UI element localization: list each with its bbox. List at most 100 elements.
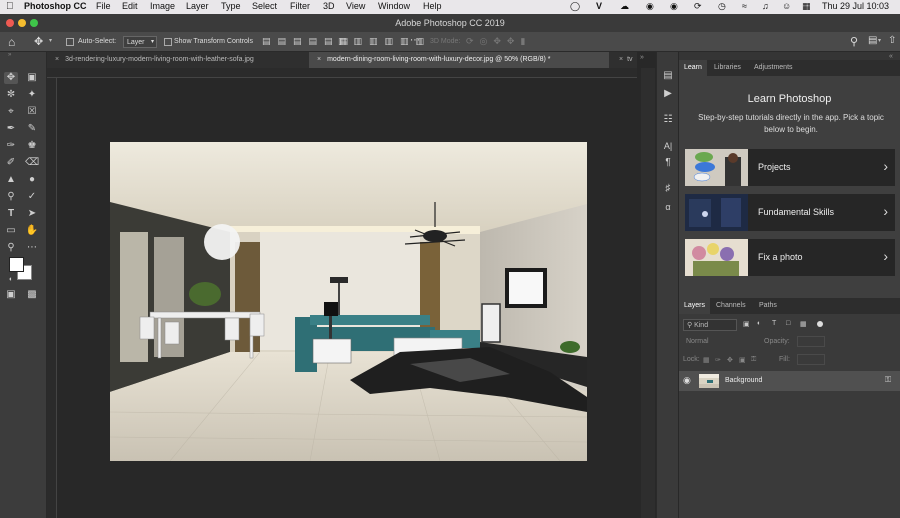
brush-tool[interactable]: ✑ bbox=[4, 140, 18, 152]
lock-position-icon[interactable]: ✥ bbox=[727, 356, 733, 364]
close-icon[interactable]: × bbox=[55, 56, 59, 63]
menu-filter[interactable]: Filter bbox=[290, 1, 310, 11]
blend-mode-dropdown[interactable]: Normal bbox=[683, 337, 753, 348]
visibility-eye-icon[interactable]: ◉ bbox=[683, 375, 691, 386]
tab-layers[interactable]: Layers bbox=[679, 298, 711, 314]
auto-select-dropdown[interactable]: Layer ▾ bbox=[123, 36, 157, 48]
filter-shape-icon[interactable]: □ bbox=[786, 320, 790, 327]
panel-collapse-icon[interactable]: « bbox=[889, 53, 893, 60]
antivirus-icon[interactable]: ◉ bbox=[670, 1, 678, 12]
artboard-tool[interactable]: ▣ bbox=[25, 72, 39, 84]
filter-toggle[interactable] bbox=[817, 321, 823, 327]
tool-preset-chevron-icon[interactable]: ▾ bbox=[49, 37, 52, 44]
more-options-icon[interactable]: ⋯ bbox=[410, 35, 420, 46]
glyph-panel-icon[interactable]: α bbox=[661, 201, 675, 213]
menu-view[interactable]: View bbox=[346, 1, 365, 11]
tab-libraries[interactable]: Libraries bbox=[709, 60, 746, 76]
history-brush-tool[interactable]: ✐ bbox=[4, 157, 18, 169]
tab-paths[interactable]: Paths bbox=[754, 298, 782, 314]
menu-type[interactable]: Type bbox=[221, 1, 241, 11]
eyedropper-tool[interactable]: ✒ bbox=[4, 123, 18, 135]
tab-channels[interactable]: Channels bbox=[711, 298, 751, 314]
properties-icon[interactable]: ☷ bbox=[661, 114, 675, 126]
eraser-tool[interactable]: ⌫ bbox=[25, 157, 39, 169]
quick-mask-icon[interactable]: ▣ bbox=[4, 289, 18, 301]
show-transform-checkbox[interactable] bbox=[164, 38, 172, 46]
paint-bucket-tool[interactable]: ▲ bbox=[4, 174, 18, 186]
learn-card-projects[interactable]: Projects › bbox=[685, 149, 895, 186]
dodge-tool[interactable]: ⚲ bbox=[4, 191, 18, 203]
foreground-color-swatch[interactable] bbox=[9, 257, 24, 272]
vpn-icon[interactable]: V bbox=[596, 1, 602, 11]
paragraph-icon[interactable]: ¶ bbox=[661, 157, 675, 169]
menu-file[interactable]: File bbox=[96, 1, 111, 11]
filter-type-icon[interactable]: T bbox=[772, 320, 776, 327]
home-icon[interactable]: ⌂ bbox=[8, 35, 15, 49]
pen-tool[interactable]: ✓ bbox=[25, 191, 39, 203]
window-minimize-button[interactable] bbox=[18, 19, 26, 27]
tab-document-active[interactable]: × modern-dining-room-living-room-with-lux… bbox=[309, 52, 609, 68]
menubar-status-icon[interactable]: ◯ bbox=[570, 1, 580, 12]
volume-icon[interactable]: ♫ bbox=[762, 1, 769, 11]
hand-tool[interactable]: ✋ bbox=[25, 225, 39, 237]
menu-select[interactable]: Select bbox=[252, 1, 277, 11]
layer-filter-kind-dropdown[interactable]: ⚲ Kind bbox=[683, 319, 737, 331]
window-close-button[interactable] bbox=[6, 19, 14, 27]
tab-overflow-icon[interactable]: » bbox=[640, 54, 644, 61]
frame-tool[interactable]: ☒ bbox=[25, 106, 39, 118]
blur-tool[interactable]: ● bbox=[25, 174, 39, 186]
canvas-area[interactable] bbox=[57, 78, 640, 518]
tab-document-1[interactable]: × 3d-rendering-luxury-modern-living-room-… bbox=[47, 52, 307, 68]
cloud-icon[interactable]: ☁ bbox=[620, 1, 629, 12]
filter-smart-object-icon[interactable]: ▦ bbox=[800, 320, 807, 328]
history-icon[interactable]: ▤ bbox=[661, 70, 675, 82]
lock-transparent-icon[interactable]: ▦ bbox=[703, 356, 710, 364]
tab-document-3[interactable]: × tv bbox=[611, 52, 637, 68]
document-image[interactable] bbox=[110, 142, 587, 461]
menu-3d[interactable]: 3D bbox=[323, 1, 335, 11]
window-zoom-button[interactable] bbox=[30, 19, 38, 27]
apple-icon[interactable]:  bbox=[6, 1, 14, 12]
close-icon[interactable]: × bbox=[619, 56, 623, 63]
workspace-icon[interactable]: ▤ bbox=[868, 35, 877, 46]
move-tool[interactable]: ✥ bbox=[4, 72, 18, 84]
3d-mode-buttons[interactable]: ⟳◎✥✥▮ bbox=[466, 36, 531, 47]
menu-help[interactable]: Help bbox=[423, 1, 442, 11]
input-source-icon[interactable]: ▦ bbox=[802, 1, 811, 12]
menu-app-name[interactable]: Photoshop CC bbox=[24, 1, 87, 11]
healing-brush-tool[interactable]: ✎ bbox=[25, 123, 39, 135]
menubar-datetime[interactable]: Thu 29 Jul 10:03 bbox=[822, 1, 889, 11]
creative-cloud-icon[interactable]: ◉ bbox=[646, 1, 654, 12]
vertical-scrollbar[interactable] bbox=[641, 68, 655, 518]
fill-field[interactable] bbox=[797, 354, 825, 365]
filter-pixel-icon[interactable]: ▣ bbox=[743, 320, 750, 328]
clock-icon[interactable]: ◷ bbox=[718, 1, 726, 12]
lock-image-icon[interactable]: ✑ bbox=[715, 356, 721, 364]
close-icon[interactable]: × bbox=[317, 56, 321, 63]
type-tool[interactable]: T bbox=[4, 208, 18, 220]
share-icon[interactable]: ⇧ bbox=[888, 35, 896, 46]
layer-row[interactable]: ◉ Background ⚿ bbox=[679, 371, 900, 391]
lock-artboard-icon[interactable]: ▣ bbox=[739, 356, 746, 364]
menu-image[interactable]: Image bbox=[150, 1, 175, 11]
screen-mode-icon[interactable]: ▩ bbox=[25, 289, 39, 301]
wifi-icon[interactable]: ≈ bbox=[742, 1, 747, 11]
collapse-panel-icon[interactable]: » bbox=[8, 52, 11, 58]
menu-layer[interactable]: Layer bbox=[186, 1, 209, 11]
magic-wand-tool[interactable]: ✦ bbox=[25, 89, 39, 101]
actions-play-icon[interactable]: ▶ bbox=[661, 88, 675, 100]
clone-stamp-tool[interactable]: ♚ bbox=[25, 140, 39, 152]
tab-adjustments[interactable]: Adjustments bbox=[749, 60, 798, 76]
learn-card-fundamental-skills[interactable]: Fundamental Skills › bbox=[685, 194, 895, 231]
auto-select-checkbox[interactable] bbox=[66, 38, 74, 46]
opacity-field[interactable] bbox=[797, 336, 825, 347]
learn-card-fix-a-photo[interactable]: Fix a photo › bbox=[685, 239, 895, 276]
search-icon[interactable]: ⚲ bbox=[850, 35, 858, 48]
user-icon[interactable]: ☺ bbox=[782, 1, 791, 11]
move-tool-icon[interactable]: ✥ bbox=[34, 35, 43, 48]
sync-icon[interactable]: ⟳ bbox=[694, 1, 702, 12]
zoom-tool[interactable]: ⚲ bbox=[4, 242, 18, 254]
character-icon[interactable]: A| bbox=[661, 140, 675, 152]
default-colors-icon[interactable]: ◐ bbox=[9, 276, 13, 283]
rectangle-tool[interactable]: ▭ bbox=[4, 225, 18, 237]
